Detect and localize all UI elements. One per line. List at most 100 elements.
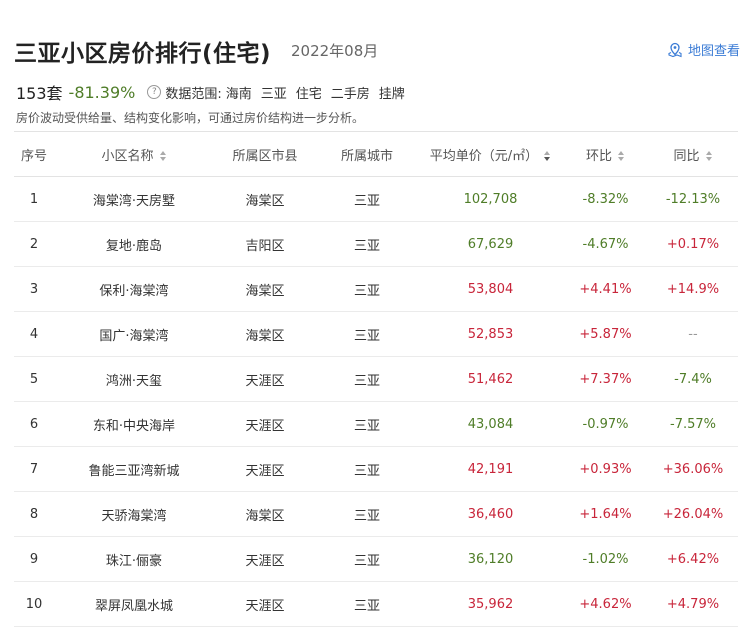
sort-icon: [159, 151, 167, 161]
cell-avg-price: 42,191: [467, 461, 514, 477]
cell-district: 天涯区: [245, 463, 285, 479]
cell-avg-price: 102,708: [463, 191, 518, 207]
cell-yoy-change: +36.06%: [662, 461, 724, 477]
scope-tag-city: 三亚: [260, 86, 287, 102]
table-row[interactable]: 9 珠江·俪豪 天涯区 三亚 36,120 -1.02% +6.42%: [14, 537, 738, 582]
table-row[interactable]: 4 国广·海棠湾 海棠区 三亚 52,853 +5.87% --: [14, 312, 738, 357]
cell-mom-change: +5.87%: [579, 326, 632, 342]
cell-city: 三亚: [353, 463, 380, 479]
cell-city: 三亚: [353, 328, 380, 344]
help-icon[interactable]: ?: [147, 85, 162, 99]
summary-bar: 153套 -81.39% ? 数据范围: 海南 三亚 住宅 二手房 挂牌: [16, 80, 414, 104]
cell-district: 海棠区: [245, 283, 285, 299]
cell-yoy-change: -7.57%: [670, 416, 716, 432]
cell-city: 三亚: [353, 508, 380, 524]
table-row[interactable]: 7 鲁能三亚湾新城 天涯区 三亚 42,191 +0.93% +36.06%: [14, 447, 738, 492]
cell-yoy-change: -7.4%: [674, 371, 712, 387]
map-link-label: 地图查看: [687, 44, 740, 59]
table-row[interactable]: 3 保利·海棠湾 海棠区 三亚 53,804 +4.41% +14.9%: [14, 267, 738, 312]
cell-yoy-change: -12.13%: [665, 191, 721, 207]
page-title: 三亚小区房价排行(住宅): [14, 41, 272, 67]
cell-district: 海棠区: [245, 508, 285, 524]
cell-rank: 6: [29, 416, 39, 432]
count-change: -81.39%: [68, 82, 136, 102]
cell-rank: 5: [29, 371, 39, 387]
table-row[interactable]: 2 复地·鹿岛 吉阳区 三亚 67,629 -4.67% +0.17%: [14, 222, 738, 267]
col-price[interactable]: 平均单价（元/㎡）: [418, 132, 563, 177]
cell-district: 天涯区: [245, 418, 285, 434]
cell-rank: 2: [29, 236, 39, 252]
cell-mom-change: +4.41%: [579, 281, 632, 297]
scope-tag-market: 二手房: [330, 86, 370, 102]
cell-community-name[interactable]: 天骄海棠湾: [54, 492, 214, 537]
cell-mom-change: +0.93%: [579, 461, 632, 477]
cell-mom-change: -0.97%: [582, 416, 629, 432]
table-row[interactable]: 10 翠屏凤凰水城 天涯区 三亚 35,962 +4.62% +4.79%: [14, 582, 738, 627]
col-district: 所属区市县: [232, 148, 298, 164]
table-header-row: 序号 小区名称 所属区市县 所属城市 平均单价（元/㎡） 环比 同比: [14, 131, 738, 177]
map-icon: [667, 42, 683, 58]
cell-district: 天涯区: [245, 373, 285, 389]
cell-city: 三亚: [353, 238, 380, 254]
sort-icon: [618, 151, 625, 161]
cell-avg-price: 36,120: [467, 551, 514, 567]
cell-avg-price: 36,460: [467, 506, 514, 522]
table-row[interactable]: 5 鸿洲·天玺 天涯区 三亚 51,462 +7.37% -7.4%: [14, 357, 738, 402]
cell-yoy-change: --: [688, 326, 698, 342]
cell-yoy-change: +26.04%: [662, 506, 724, 522]
cell-district: 海棠区: [245, 193, 285, 209]
cell-city: 三亚: [353, 553, 380, 569]
cell-yoy-change: +0.17%: [666, 236, 720, 252]
cell-avg-price: 52,853: [467, 326, 514, 342]
sort-icon: [705, 151, 713, 161]
cell-district: 天涯区: [245, 598, 285, 614]
cell-community-name[interactable]: 复地·鹿岛: [54, 222, 214, 267]
cell-community-name[interactable]: 东和·中央海岸: [54, 402, 214, 447]
cell-community-name[interactable]: 保利·海棠湾: [54, 267, 214, 312]
cell-community-name[interactable]: 珠江·俪豪: [54, 537, 214, 582]
cell-avg-price: 67,629: [467, 236, 514, 252]
cell-city: 三亚: [353, 418, 380, 434]
cell-community-name[interactable]: 翠屏凤凰水城: [54, 582, 214, 627]
cell-mom-change: -1.02%: [582, 551, 629, 567]
cell-rank: 4: [29, 326, 39, 342]
cell-rank: 3: [29, 281, 39, 297]
cell-rank: 9: [29, 551, 39, 567]
cell-city: 三亚: [353, 283, 380, 299]
period-date: 2022年08月: [291, 42, 379, 60]
col-mom[interactable]: 环比: [563, 132, 648, 177]
table-row[interactable]: 1 海棠湾·天房墅 海棠区 三亚 102,708 -8.32% -12.13%: [14, 177, 738, 222]
scope-tag-type: 住宅: [295, 86, 322, 102]
cell-community-name[interactable]: 鸿洲·天玺: [54, 357, 214, 402]
col-rank: 序号: [20, 148, 47, 164]
scope-label: 数据范围:: [165, 86, 222, 102]
cell-avg-price: 53,804: [467, 281, 514, 297]
col-name[interactable]: 小区名称: [54, 132, 214, 177]
cell-rank: 10: [25, 596, 43, 612]
map-view-link[interactable]: 地图查看: [667, 40, 740, 59]
cell-mom-change: +1.64%: [579, 506, 632, 522]
cell-mom-change: +4.62%: [579, 596, 632, 612]
cell-avg-price: 51,462: [467, 371, 514, 387]
cell-yoy-change: +4.79%: [666, 596, 720, 612]
cell-avg-price: 43,084: [467, 416, 514, 432]
cell-community-name[interactable]: 鲁能三亚湾新城: [54, 447, 214, 492]
cell-community-name[interactable]: 海棠湾·天房墅: [54, 177, 214, 222]
analysis-note: 房价波动受供给量、结构变化影响，可通过房价结构进一步分析。: [16, 111, 365, 125]
cell-rank: 1: [29, 191, 39, 207]
cell-city: 三亚: [353, 373, 380, 389]
col-yoy[interactable]: 同比: [648, 132, 738, 177]
cell-city: 三亚: [353, 193, 380, 209]
scope-tag-source: 挂牌: [378, 86, 405, 102]
cell-district: 吉阳区: [245, 238, 285, 254]
cell-district: 天涯区: [245, 553, 285, 569]
cell-mom-change: +7.37%: [579, 371, 632, 387]
cell-mom-change: -4.67%: [582, 236, 629, 252]
table-row[interactable]: 8 天骄海棠湾 海棠区 三亚 36,460 +1.64% +26.04%: [14, 492, 738, 537]
cell-rank: 7: [29, 461, 39, 477]
sort-icon: [544, 151, 551, 161]
table-row[interactable]: 6 东和·中央海岸 天涯区 三亚 43,084 -0.97% -7.57%: [14, 402, 738, 447]
cell-yoy-change: +14.9%: [666, 281, 720, 297]
cell-community-name[interactable]: 国广·海棠湾: [54, 312, 214, 357]
cell-yoy-change: +6.42%: [666, 551, 720, 567]
